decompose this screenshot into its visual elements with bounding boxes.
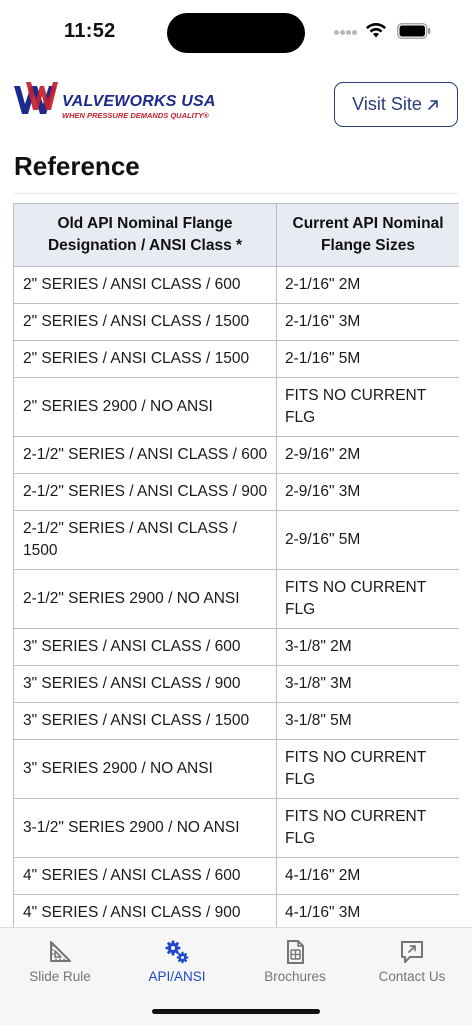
slide-rule-icon <box>50 941 71 962</box>
visit-site-button[interactable]: Visit Site <box>334 82 458 127</box>
status-time: 11:52 <box>64 20 116 42</box>
current-size-cell: 4-1/16" 2M <box>276 857 459 895</box>
old-designation-cell: 2-1/2" SERIES / ANSI CLASS / 900 <box>13 473 277 511</box>
current-size-cell: 4-1/16" 3M <box>276 894 459 927</box>
valveworks-logo-icon <box>14 82 58 114</box>
old-designation-cell: 4" SERIES / ANSI CLASS / 600 <box>13 857 277 895</box>
page-title: Reference <box>14 151 140 181</box>
table-row: 3" SERIES / ANSI CLASS / 600 3-1/8" 2M <box>13 628 459 666</box>
current-size-cell: FITS NO CURRENT FLG <box>276 377 459 437</box>
old-designation-cell: 2-1/2" SERIES / ANSI CLASS / 1500 <box>13 510 277 570</box>
table-header-row: Old API Nominal Flange Designation / ANS… <box>13 203 459 267</box>
current-size-cell: 3-1/8" 2M <box>276 628 459 666</box>
column-header-current-api: Current API Nominal Flange Sizes <box>276 203 459 267</box>
status-bar: 11:52 <box>0 0 472 62</box>
table-row: 3-1/2" SERIES 2900 / NO ANSI FITS NO CURR… <box>13 798 459 858</box>
column-header-old-api: Old API Nominal Flange Designation / ANS… <box>13 203 277 267</box>
flange-reference-table: Old API Nominal Flange Designation / ANS… <box>13 203 459 927</box>
table-row: 2-1/2" SERIES 2900 / NO ANSI FITS NO CURR… <box>13 569 459 629</box>
chat-icon <box>401 941 423 963</box>
arrow-up-right-icon <box>428 99 438 110</box>
current-size-cell: 2-9/16" 5M <box>276 510 459 570</box>
current-size-cell: 2-9/16" 3M <box>276 473 459 511</box>
tab-label-brochures: Brochures <box>264 969 326 984</box>
table-row: 3" SERIES / ANSI CLASS / 900 3-1/8" 3M <box>13 665 459 703</box>
old-designation-cell: 2" SERIES / ANSI CLASS / 600 <box>13 266 277 304</box>
visit-site-label: Visit Site <box>352 94 422 114</box>
table-row: 2" SERIES 2900 / NO ANSI FITS NO CURRENT … <box>13 377 459 437</box>
table-row: 2" SERIES / ANSI CLASS / 1500 2-1/16" 5M <box>13 340 459 378</box>
tab-api-ansi[interactable]: API/ANSI <box>118 938 236 992</box>
table-row: 3" SERIES / ANSI CLASS / 1500 3-1/8" 5M <box>13 702 459 740</box>
table-row: 2" SERIES / ANSI CLASS / 600 2-1/16" 2M <box>13 266 459 304</box>
document-icon <box>287 940 304 964</box>
old-designation-cell: 3" SERIES / ANSI CLASS / 1500 <box>13 702 277 740</box>
old-designation-cell: 2-1/2" SERIES 2900 / NO ANSI <box>13 569 277 629</box>
current-size-cell: 3-1/8" 3M <box>276 665 459 703</box>
title-divider <box>14 193 458 194</box>
table-row: 2-1/2" SERIES / ANSI CLASS / 600 2-9/16" … <box>13 436 459 474</box>
home-indicator <box>152 1009 320 1014</box>
table-row: 2-1/2" SERIES / ANSI CLASS / 900 2-9/16" … <box>13 473 459 511</box>
reference-table-container[interactable]: Old API Nominal Flange Designation / ANS… <box>13 203 459 927</box>
table-row: 2" SERIES / ANSI CLASS / 1500 2-1/16" 3M <box>13 303 459 341</box>
dynamic-island <box>167 13 305 53</box>
current-size-cell: 3-1/8" 5M <box>276 702 459 740</box>
current-size-cell: FITS NO CURRENT FLG <box>276 798 459 858</box>
table-row: 3" SERIES 2900 / NO ANSI FITS NO CURRENT … <box>13 739 459 799</box>
app-header: VALVEWORKS USA WHEN PRESSURE DEMANDS QUA… <box>0 76 472 136</box>
current-size-cell: 2-1/16" 3M <box>276 303 459 341</box>
old-designation-cell: 2" SERIES / ANSI CLASS / 1500 <box>13 303 277 341</box>
table-row: 4" SERIES / ANSI CLASS / 600 4-1/16" 2M <box>13 857 459 895</box>
old-designation-cell: 3" SERIES 2900 / NO ANSI <box>13 739 277 799</box>
wifi-icon <box>366 22 386 38</box>
cellular-signal-icon <box>334 30 358 36</box>
old-designation-cell: 3" SERIES / ANSI CLASS / 900 <box>13 665 277 703</box>
tab-label-contact-us: Contact Us <box>378 969 446 984</box>
tab-brochures[interactable]: Brochures <box>236 938 354 992</box>
tab-label-slide-rule: Slide Rule <box>29 969 91 984</box>
current-size-cell: 2-1/16" 2M <box>276 266 459 304</box>
current-size-cell: FITS NO CURRENT FLG <box>276 739 459 799</box>
table-row: 2-1/2" SERIES / ANSI CLASS / 1500 2-9/16"… <box>13 510 459 570</box>
old-designation-cell: 4" SERIES / ANSI CLASS / 900 <box>13 894 277 927</box>
current-size-cell: 2-1/16" 5M <box>276 340 459 378</box>
tab-label-api-ansi: API/ANSI <box>148 969 206 984</box>
tab-contact-us[interactable]: Contact Us <box>353 938 471 992</box>
old-designation-cell: 2-1/2" SERIES / ANSI CLASS / 600 <box>13 436 277 474</box>
battery-icon <box>397 23 431 39</box>
logo-name: VALVEWORKS USA <box>62 93 216 110</box>
brand-logo: VALVEWORKS USA WHEN PRESSURE DEMANDS QUA… <box>12 80 232 126</box>
current-size-cell: FITS NO CURRENT FLG <box>276 569 459 629</box>
table-row: 4" SERIES / ANSI CLASS / 900 4-1/16" 3M <box>13 894 459 927</box>
old-designation-cell: 3-1/2" SERIES 2900 / NO ANSI <box>13 798 277 858</box>
old-designation-cell: 2" SERIES / ANSI CLASS / 1500 <box>13 340 277 378</box>
old-designation-cell: 3" SERIES / ANSI CLASS / 600 <box>13 628 277 666</box>
gears-icon <box>165 940 189 964</box>
tab-slide-rule[interactable]: Slide Rule <box>1 938 119 992</box>
logo-tagline: WHEN PRESSURE DEMANDS QUALITY® <box>62 111 209 120</box>
table-body: 2" SERIES / ANSI CLASS / 600 2-1/16" 2M 2"… <box>13 266 459 927</box>
current-size-cell: 2-9/16" 2M <box>276 436 459 474</box>
old-designation-cell: 2" SERIES 2900 / NO ANSI <box>13 377 277 437</box>
